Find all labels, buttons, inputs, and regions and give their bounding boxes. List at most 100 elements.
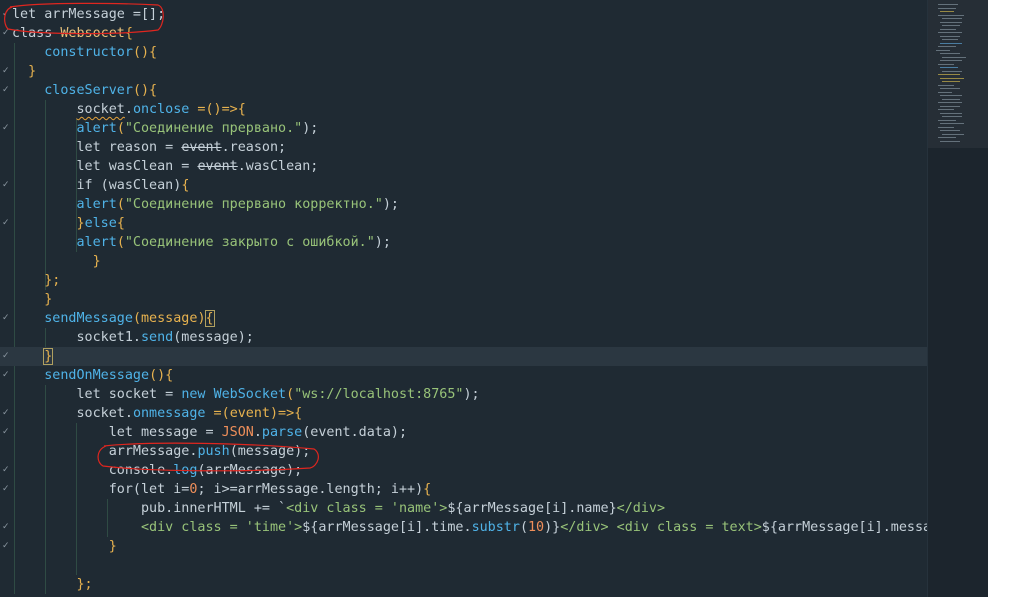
code-line[interactable]: ✓ class Websocet{ [0,24,927,43]
code-token: }; [44,273,61,288]
code-token: "Соединение прервано." [124,121,303,136]
code-editor-window: ✓ let arrMessage =[]; ✓ class Websocet{ con… [0,0,988,597]
fold-chevron-icon[interactable]: ✓ [2,366,10,385]
code-token: .wasClean; [237,159,319,174]
code-token: onclose [132,102,190,117]
fold-chevron-icon[interactable]: ✓ [2,81,10,100]
code-line[interactable]: ✓ closeServer(){ [0,81,927,100]
code-token: { [116,216,125,231]
code-text: pub.innerHTML += `<div class = 'name'>${… [12,499,665,518]
code-line[interactable]: ✓ sendMessage(message){ [0,309,927,328]
fold-chevron-icon[interactable]: ✓ [2,404,10,423]
code-token: "Соединение прервано корректно." [124,197,383,212]
minimap-line [940,28,956,30]
fold-chevron-icon[interactable]: ✓ [2,480,10,499]
code-line[interactable]: arrMessage.push(message); [0,442,927,461]
code-line[interactable]: let socket = new WebSocket("ws://localho… [0,385,927,404]
fold-chevron-icon[interactable]: ✓ [2,461,10,480]
code-token: alert [76,197,117,212]
code-token: .reason; [221,140,287,155]
code-token: arrMessage. [12,444,198,459]
code-token: if (wasClean) [12,178,182,193]
code-token: Websocet [60,26,125,41]
code-token: } [44,292,53,307]
code-line[interactable]: ✓ } [0,347,927,366]
code-token: } [28,64,37,79]
code-token: 10 [528,520,545,535]
code-editor[interactable]: ✓ let arrMessage =[]; ✓ class Websocet{ con… [0,0,927,597]
minimap[interactable] [927,0,988,597]
code-line[interactable]: }; [0,271,927,290]
minimap-line [938,84,954,86]
code-line[interactable]: let reason = event.reason; [0,138,927,157]
code-line[interactable]: ✓ socket.onmessage =(event)=>{ [0,404,927,423]
code-token: ${arrMessage[i].name} [447,501,617,516]
code-line[interactable]: ✓ for(let i=0; i>=arrMessage.length; i++… [0,480,927,499]
minimap-line [942,81,960,82]
code-line[interactable]: alert("Соединение закрыто с ошибкой."); [0,233,927,252]
code-text: closeServer(){ [12,81,157,100]
code-token: ( [132,311,141,326]
fold-chevron-icon[interactable]: ✓ [2,537,10,556]
fold-chevron-icon[interactable]: ✓ [2,176,10,195]
fold-chevron-icon[interactable]: ✓ [2,347,10,366]
minimap-line [940,42,962,44]
fold-chevron-icon[interactable]: ✓ [2,5,10,24]
minimap-line [942,116,962,117]
code-token: ); [374,235,391,250]
fold-chevron-icon[interactable]: ✓ [2,518,10,537]
code-token: } [43,348,54,365]
code-token: substr [471,520,520,535]
minimap-line [940,112,962,114]
code-line[interactable]: ✓ if (wasClean){ [0,176,927,195]
code-line[interactable]: } [0,290,927,309]
code-token: parse [261,425,303,440]
code-token: sendOnMessage [44,368,150,383]
code-token: (){ [149,368,174,383]
minimap-line [940,95,962,96]
code-line[interactable]: ✓ }else{ [0,214,927,233]
minimap-line [940,11,954,12]
code-line[interactable]: } [0,252,927,271]
fold-chevron-icon[interactable]: ✓ [2,214,10,233]
code-text: alert("Соединение прервано корректно."); [12,195,399,214]
fold-chevron-icon[interactable]: ✓ [2,309,10,328]
code-line[interactable]: ✓ sendOnMessage(){ [0,366,927,385]
fold-chevron-icon[interactable]: ✓ [2,423,10,442]
code-line[interactable]: ✓ <div class = 'time'>${arrMessage[i].ti… [0,518,927,537]
code-line[interactable]: ✓ } [0,62,927,81]
code-line[interactable]: ✓ } [0,537,927,556]
fold-chevron-icon[interactable]: ✓ [2,119,10,138]
minimap-line [938,102,962,103]
code-token: </div> <div class = text> [560,520,762,535]
code-line[interactable]: ✓ let message = JSON.parse(event.data); [0,423,927,442]
code-line[interactable]: ✓ let arrMessage =[]; [0,5,927,24]
code-line[interactable]: pub.innerHTML += `<div class = 'name'>${… [0,499,927,518]
code-token: push [197,444,230,459]
code-line[interactable]: socket.onclose =()=>{ [0,100,927,119]
minimap-line [942,25,960,26]
code-line[interactable]: ✓ console.log(arrMessage); [0,461,927,480]
minimap-line [940,21,962,23]
minimap-line [940,130,960,131]
code-token: sendMessage [44,311,133,326]
code-token: let socket = [12,387,182,402]
code-text: } [12,537,117,556]
code-line[interactable]: socket1.send(message); [0,328,927,347]
fold-chevron-icon[interactable]: ✓ [2,62,10,81]
code-line[interactable] [0,556,927,575]
code-line[interactable]: alert("Соединение прервано корректно."); [0,195,927,214]
code-line[interactable]: let wasClean = event.wasClean; [0,157,927,176]
minimap-line [938,63,954,65]
code-line[interactable]: ✓ alert("Соединение прервано."); [0,119,927,138]
fold-chevron-icon[interactable]: ✓ [2,24,10,43]
code-token: ) [197,311,206,326]
code-line[interactable]: }; [0,575,927,594]
code-line[interactable]: constructor(){ [0,43,927,62]
